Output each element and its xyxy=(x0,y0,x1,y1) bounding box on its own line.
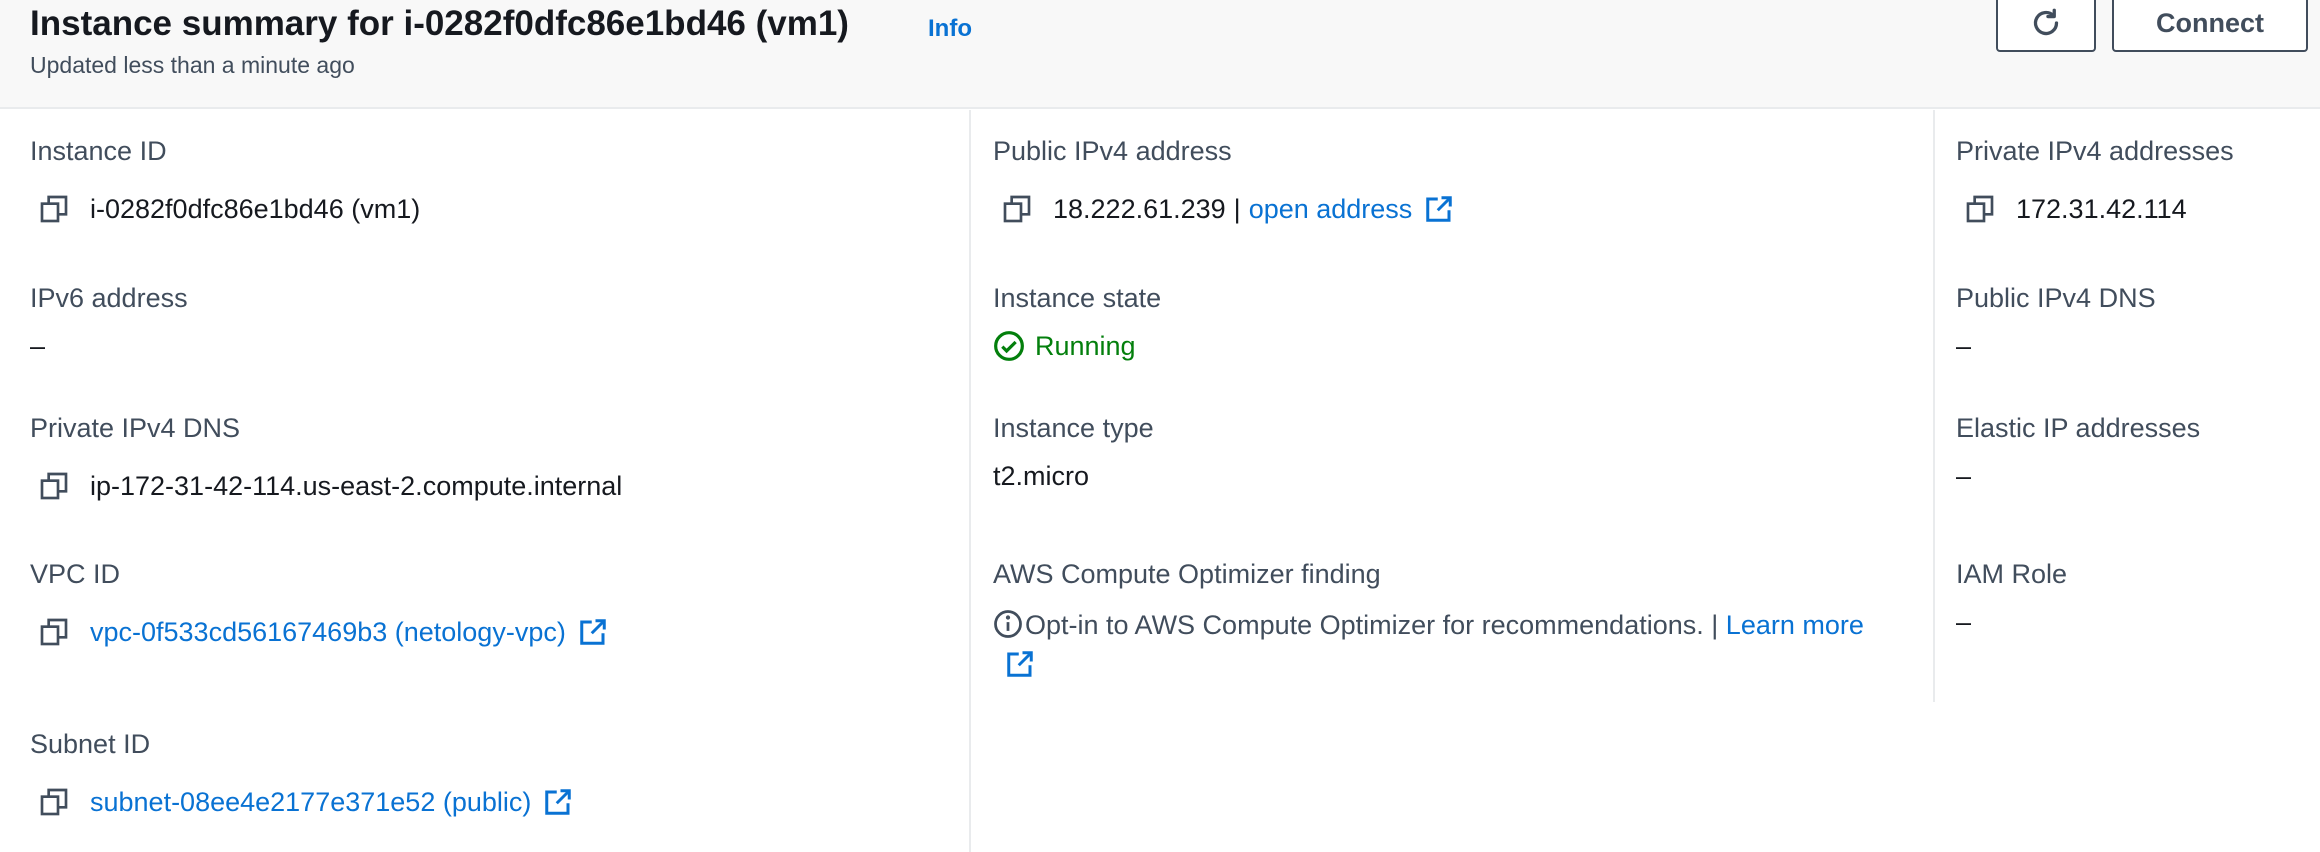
instance-id-label: Instance ID xyxy=(30,136,167,166)
column-divider xyxy=(1933,110,1935,702)
optimizer-finding: Opt-in to AWS Compute Optimizer for reco… xyxy=(993,605,1893,685)
instance-state-label: Instance state xyxy=(993,283,1162,313)
status-check-icon xyxy=(994,331,1024,361)
elastic-ip-label: Elastic IP addresses xyxy=(1956,413,2201,443)
separator: | xyxy=(1711,610,1719,640)
subnet-id-link[interactable]: subnet-08ee4e2177e371e52 (public) xyxy=(90,785,531,819)
status-badge: Running xyxy=(993,329,1161,363)
ipv6-value: – xyxy=(30,331,46,361)
instance-id-field: Instance ID i-0282f0dfc86e1bd46 (vm1) xyxy=(30,134,420,226)
private-ipv4-field: Private IPv4 addresses 172.31.42.114 xyxy=(1956,134,2234,226)
instance-id-value-row: i-0282f0dfc86e1bd46 (vm1) xyxy=(30,192,420,226)
ipv6-label: IPv6 address xyxy=(30,283,188,313)
private-dns-value: ip-172-31-42-114.us-east-2.compute.inter… xyxy=(90,471,623,501)
private-dns-label: Private IPv4 DNS xyxy=(30,413,241,443)
copy-icon[interactable] xyxy=(38,616,70,648)
private-ipv4-label: Private IPv4 addresses xyxy=(1956,136,2234,166)
column-divider xyxy=(969,110,971,852)
external-link-icon[interactable] xyxy=(578,617,608,647)
elastic-ip-field: Elastic IP addresses – xyxy=(1956,411,2200,493)
copy-icon[interactable] xyxy=(1964,193,1996,225)
optimizer-label: AWS Compute Optimizer finding xyxy=(993,559,1381,589)
subnet-id-value-row: subnet-08ee4e2177e371e52 (public) xyxy=(30,785,573,819)
connect-button[interactable]: Connect xyxy=(2112,0,2308,52)
elastic-ip-value: – xyxy=(1956,461,1972,491)
optimizer-field: AWS Compute Optimizer finding Opt-in to … xyxy=(993,557,1893,685)
refresh-icon xyxy=(2033,8,2059,36)
instance-type-field: Instance type t2.micro xyxy=(993,411,1154,493)
public-dns-label: Public IPv4 DNS xyxy=(1956,283,2156,313)
vpc-id-link[interactable]: vpc-0f533cd56167469b3 (netology-vpc) xyxy=(90,615,566,649)
external-link-icon[interactable] xyxy=(1005,649,1035,679)
instance-summary-header: Instance summary for i-0282f0dfc86e1bd46… xyxy=(0,0,2320,109)
updated-status: Updated less than a minute ago xyxy=(30,52,355,78)
private-ipv4-value: 172.31.42.114 xyxy=(2016,194,2187,224)
open-address-link[interactable]: open address xyxy=(1249,192,1413,226)
public-dns-field: Public IPv4 DNS – xyxy=(1956,281,2156,363)
copy-icon[interactable] xyxy=(38,786,70,818)
separator: | xyxy=(1233,194,1241,224)
vpc-id-value-row: vpc-0f533cd56167469b3 (netology-vpc) xyxy=(30,615,608,649)
refresh-button[interactable] xyxy=(1996,0,2096,52)
instance-type-value: t2.micro xyxy=(993,461,1090,491)
subnet-id-field: Subnet ID subnet-08ee4e2177e371e52 (publ… xyxy=(30,727,573,819)
instance-id-value: i-0282f0dfc86e1bd46 (vm1) xyxy=(90,194,421,224)
private-ipv4-value-row: 172.31.42.114 xyxy=(1956,192,2234,226)
optimizer-text: Opt-in to AWS Compute Optimizer for reco… xyxy=(1025,610,1704,640)
copy-icon[interactable] xyxy=(38,470,70,502)
instance-state-value: Running xyxy=(1035,331,1136,361)
copy-icon[interactable] xyxy=(38,193,70,225)
public-ipv4-value-row: 18.222.61.239 | open address xyxy=(993,192,1454,226)
public-ipv4-value: 18.222.61.239 xyxy=(1053,194,1226,224)
info-icon xyxy=(994,610,1022,638)
public-ipv4-label: Public IPv4 address xyxy=(993,136,1232,166)
instance-type-label: Instance type xyxy=(993,413,1154,443)
external-link-icon[interactable] xyxy=(1424,194,1454,224)
ipv6-field: IPv6 address – xyxy=(30,281,188,363)
iam-role-value: – xyxy=(1956,607,1972,637)
subnet-id-label: Subnet ID xyxy=(30,729,151,759)
external-link-icon[interactable] xyxy=(543,787,573,817)
vpc-id-label: VPC ID xyxy=(30,559,121,589)
page-title: Instance summary for i-0282f0dfc86e1bd46… xyxy=(30,4,849,43)
learn-more-link[interactable]: Learn more xyxy=(1726,610,1864,640)
iam-role-label: IAM Role xyxy=(1956,559,2068,589)
vpc-id-field: VPC ID vpc-0f533cd56167469b3 (netology-v… xyxy=(30,557,608,649)
copy-icon[interactable] xyxy=(1001,193,1033,225)
public-ipv4-field: Public IPv4 address 18.222.61.239 | open… xyxy=(993,134,1454,226)
private-dns-field: Private IPv4 DNS ip-172-31-42-114.us-eas… xyxy=(30,411,622,503)
public-dns-value: – xyxy=(1956,331,1972,361)
instance-state-field: Instance state Running xyxy=(993,281,1161,363)
iam-role-field: IAM Role – xyxy=(1956,557,2067,639)
info-link[interactable]: Info xyxy=(928,15,972,43)
private-dns-value-row: ip-172-31-42-114.us-east-2.compute.inter… xyxy=(30,469,622,503)
